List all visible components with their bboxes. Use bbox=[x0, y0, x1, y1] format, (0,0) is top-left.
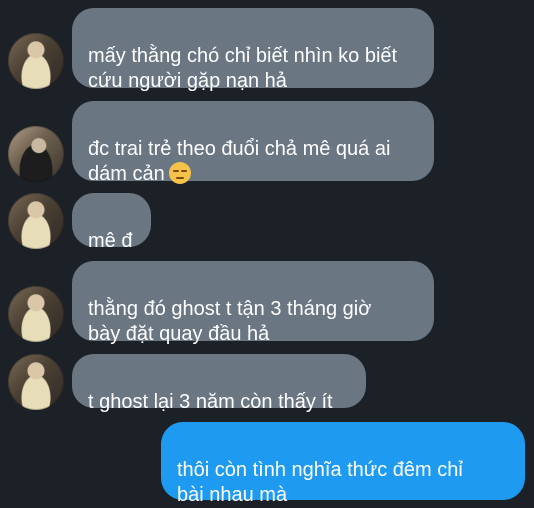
avatar-icon[interactable] bbox=[8, 286, 64, 342]
avatar-icon[interactable] bbox=[8, 354, 64, 410]
message-text: đc trai trẻ theo đuổi chả mê quá ai dám … bbox=[88, 138, 391, 185]
message-bubble-incoming[interactable]: đc trai trẻ theo đuổi chả mê quá ai dám … bbox=[72, 101, 434, 185]
message-text: t ghost lại 3 năm còn thấy ít bbox=[88, 391, 333, 413]
avatar-icon[interactable] bbox=[8, 33, 64, 89]
message-text: thằng đó ghost t tận 3 tháng giờ bày đặt… bbox=[88, 298, 372, 345]
avatar-icon[interactable] bbox=[8, 193, 64, 249]
message-text: mê đ bbox=[88, 230, 133, 252]
message-bubble-outgoing[interactable]: thôi còn tình nghĩa thức đêm chỉ bài nha… bbox=[161, 422, 525, 506]
pensive-face-icon bbox=[168, 162, 191, 184]
message-bubble-incoming[interactable]: t ghost lại 3 năm còn thấy ít bbox=[72, 354, 366, 413]
message-bubble-incoming[interactable]: thằng đó ghost t tận 3 tháng giờ bày đặt… bbox=[72, 261, 434, 345]
message-text: mấy thằng chó chỉ biết nhìn ko biết cứu … bbox=[88, 45, 398, 92]
message-bubble-incoming[interactable]: mấy thằng chó chỉ biết nhìn ko biết cứu … bbox=[72, 8, 434, 92]
message-bubble-incoming[interactable]: mê đ bbox=[72, 193, 151, 252]
message-text: thôi còn tình nghĩa thức đêm chỉ bài nha… bbox=[177, 459, 463, 506]
avatar-icon[interactable] bbox=[8, 126, 64, 182]
